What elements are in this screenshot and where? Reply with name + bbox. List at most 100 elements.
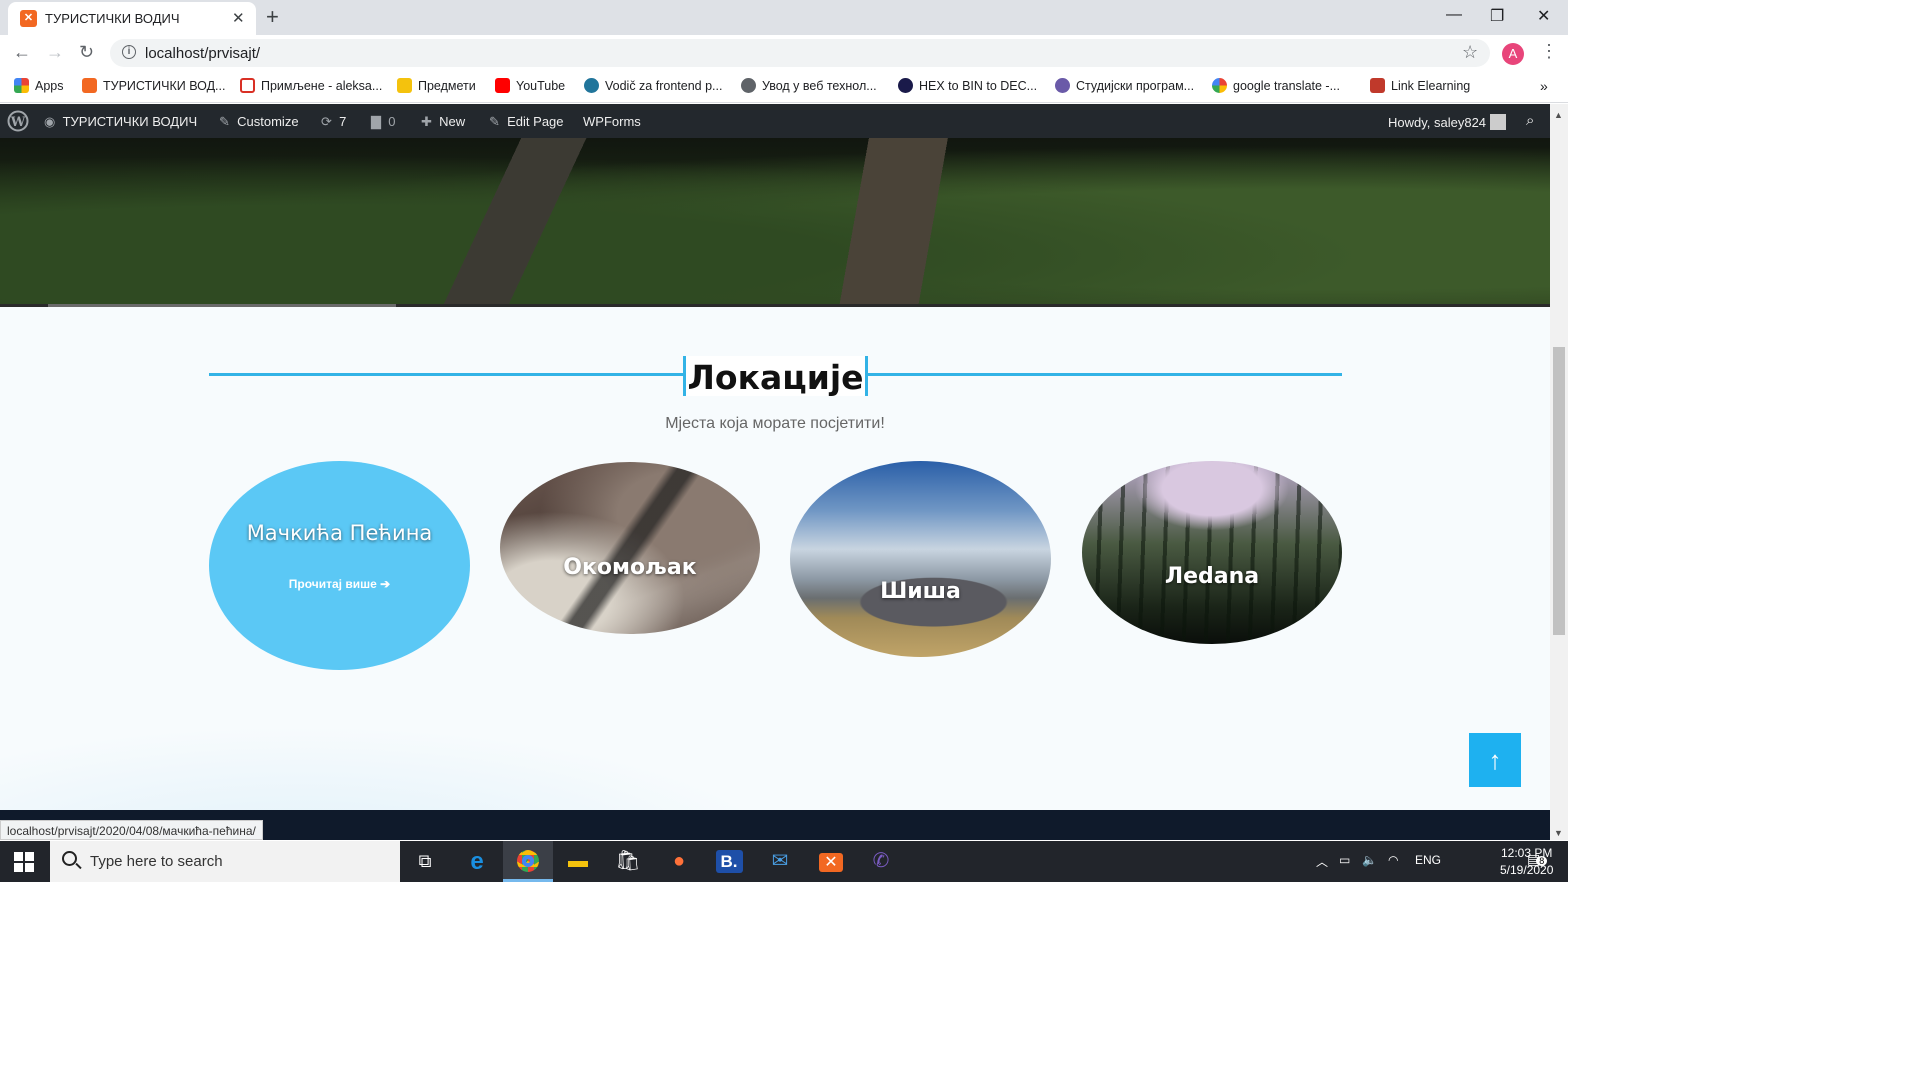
bookmark-google-translate[interactable]: google translate -... (1212, 78, 1340, 93)
tray-chevron-icon[interactable]: ︿ (1316, 853, 1328, 870)
file-explorer-icon[interactable]: ▬ (553, 841, 603, 882)
browser-tab[interactable]: ✕ ТУРИСТИЧКИ ВОДИЧ ✕ (8, 2, 256, 35)
bookmark-studijski[interactable]: Студијски програм... (1055, 78, 1194, 93)
viber-icon[interactable]: ✆ (856, 841, 906, 882)
apps-grid-icon (14, 78, 29, 93)
title-divider-right (868, 373, 1342, 376)
location-name: Шиша (880, 579, 961, 604)
bookmarks-overflow-icon[interactable]: » (1540, 78, 1548, 94)
hex-icon (898, 78, 913, 93)
wp-new[interactable]: ✚ New (421, 114, 465, 130)
scroll-down-arrow[interactable]: ▼ (1554, 828, 1563, 838)
chrome-icon[interactable] (503, 841, 553, 882)
bookmark-apps[interactable]: Apps (14, 78, 64, 93)
close-tab-icon[interactable]: ✕ (232, 9, 245, 27)
wp-admin-bar: W ◉ ТУРИСТИЧКИ ВОДИЧ ✎ Customize ⟳ 7 ▇ 0… (0, 104, 1568, 138)
university-icon (1055, 78, 1070, 93)
status-bar-url: localhost/prvisajt/2020/04/08/мачкића-пе… (0, 820, 263, 840)
bookmark-gmail[interactable]: Примљене - aleksa... (240, 78, 382, 93)
back-button[interactable]: ← (13, 42, 31, 63)
edge-icon[interactable]: e (452, 841, 502, 882)
bookmarks-bar: Apps ТУРИСТИЧКИ ВОД... Примљене - aleksa… (0, 70, 1568, 103)
scroll-to-top-button[interactable]: ↑ (1469, 733, 1521, 787)
pencil-icon: ✎ (489, 114, 500, 129)
forward-button[interactable]: → (46, 42, 64, 63)
youtube-icon (495, 78, 510, 93)
comment-icon: ▇ (371, 114, 381, 129)
google-icon (1212, 78, 1227, 93)
bookmark-turisticki[interactable]: ТУРИСТИЧКИ ВОД... (82, 78, 225, 93)
location-card-mackica-pecina[interactable]: Мачкића Пећина Прочитај више ➔ (209, 461, 470, 670)
notifications-icon[interactable]: ▤8 (1527, 851, 1548, 868)
section-subtitle: Мјеста која морате посјетити! (665, 415, 885, 432)
scroll-up-arrow[interactable]: ▲ (1554, 110, 1563, 120)
bookmark-vodic[interactable]: Vodič za frontend p... (584, 78, 722, 93)
wifi-icon[interactable]: ◠ (1388, 853, 1398, 867)
location-card-okomoljak[interactable]: Окомољак (500, 462, 760, 634)
arrow-up-icon: ↑ (1488, 745, 1502, 775)
user-avatar-icon (1489, 114, 1506, 130)
location-card-sisa[interactable]: Шиша (790, 461, 1051, 657)
tab-title: ТУРИСТИЧКИ ВОДИЧ (45, 11, 180, 26)
wp-site-name[interactable]: ◉ ТУРИСТИЧКИ ВОДИЧ (44, 114, 197, 130)
taskbar-search-placeholder: Type here to search (90, 853, 223, 870)
brush-icon: ✎ (219, 114, 230, 129)
location-name: Окомољак (563, 555, 697, 580)
bookmark-uvod[interactable]: Увод у веб технол... (741, 78, 877, 93)
folder-icon (397, 78, 412, 93)
close-window-button[interactable]: ✕ (1537, 6, 1550, 26)
bookmark-star-icon[interactable]: ☆ (1462, 42, 1478, 63)
store-icon[interactable]: 🛍 (603, 841, 653, 882)
gmail-icon (240, 78, 255, 93)
xampp-icon (82, 78, 97, 93)
volume-icon[interactable]: 🔈 (1362, 853, 1377, 867)
scrollbar-thumb[interactable] (1553, 347, 1565, 635)
wp-edit-page[interactable]: ✎ Edit Page (489, 114, 564, 130)
restore-button[interactable]: ❐ (1490, 6, 1504, 26)
taskbar-search[interactable]: Type here to search (50, 841, 400, 882)
section-title-box: Локације (683, 356, 868, 397)
wordpress-icon (584, 78, 599, 93)
info-icon[interactable]: i (122, 45, 136, 59)
xampp-taskbar-icon[interactable]: ✕ (806, 841, 856, 882)
bookmark-youtube[interactable]: YouTube (495, 78, 565, 93)
wp-wpforms[interactable]: WPForms (583, 114, 641, 129)
tab-strip: ✕ ТУРИСТИЧКИ ВОДИЧ ✕ + — ❐ ✕ (0, 0, 1568, 35)
title-divider-left (209, 373, 683, 376)
wordpress-logo-icon[interactable]: W (7, 110, 29, 135)
plus-icon: ✚ (421, 114, 432, 129)
language-indicator[interactable]: ENG (1415, 853, 1441, 867)
updates-icon: ⟳ (321, 114, 332, 129)
chrome-menu-icon[interactable]: ⋮ (1540, 41, 1558, 62)
dashboard-icon: ◉ (44, 114, 56, 129)
location-name: Леdana (1164, 564, 1260, 589)
read-more-link[interactable]: Прочитај више ➔ (209, 577, 470, 591)
battery-icon[interactable]: ▭ (1339, 853, 1350, 867)
hero-slider-image (0, 138, 1550, 307)
url-text[interactable]: localhost/prvisajt/ (145, 45, 260, 62)
minimize-button[interactable]: — (1446, 6, 1462, 24)
windows-start-icon[interactable] (14, 852, 34, 872)
bookmark-hex[interactable]: HEX to BIN to DEC... (898, 78, 1037, 93)
profile-avatar[interactable]: A (1502, 43, 1524, 65)
search-icon (62, 851, 77, 866)
task-view-icon[interactable]: ⧉ (400, 841, 450, 882)
mail-icon[interactable]: ✉ (755, 841, 805, 882)
elearning-icon (1370, 78, 1385, 93)
wp-comments[interactable]: ▇ 0 (371, 114, 395, 130)
section-title: Локације (687, 358, 864, 397)
wp-customize[interactable]: ✎ Customize (219, 114, 299, 130)
location-name: Мачкића Пећина (246, 521, 433, 545)
search-icon[interactable]: ⌕ (1526, 112, 1534, 129)
address-bar[interactable]: i localhost/prvisajt/ ☆ (110, 39, 1490, 67)
reload-button[interactable]: ↻ (79, 42, 94, 63)
wp-howdy[interactable]: Howdy, saley824 (1388, 114, 1506, 130)
wp-updates[interactable]: ⟳ 7 (321, 114, 346, 130)
arrow-right-icon: ➔ (380, 577, 391, 591)
bookmark-elearning[interactable]: Link Elearning (1370, 78, 1470, 93)
bookmark-predmeti[interactable]: Предмети (397, 78, 476, 93)
new-tab-button[interactable]: + (266, 4, 279, 30)
bitbucket-icon[interactable]: B. (704, 841, 754, 882)
location-card-ledana[interactable]: Леdana (1082, 461, 1342, 644)
firefox-icon[interactable]: ● (654, 841, 704, 882)
